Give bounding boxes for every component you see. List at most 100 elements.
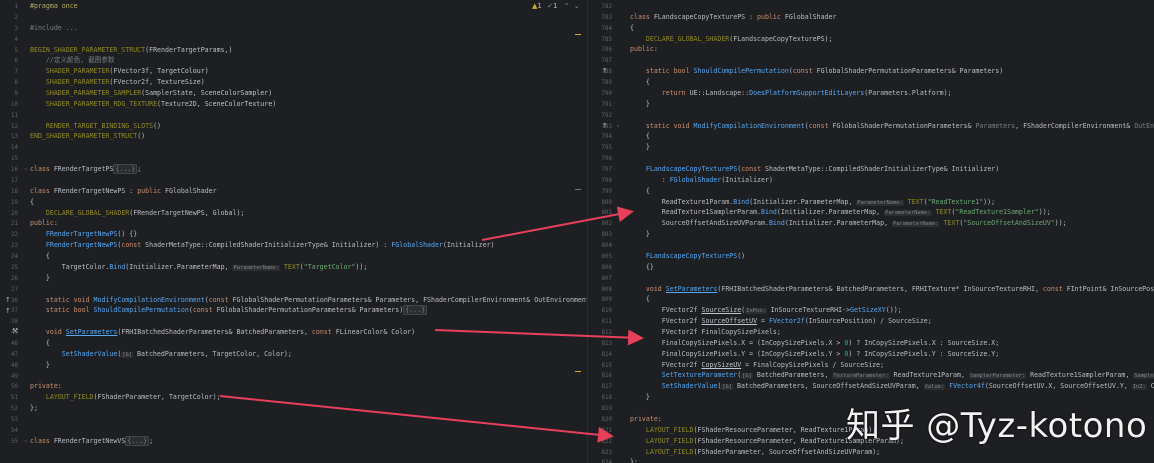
code-line[interactable]: FVector2f FinalCopySizePixels; xyxy=(630,329,781,336)
line-number: 2 xyxy=(14,15,19,21)
code-line[interactable]: SHADER_PARAMETER(FVector3f, TargetColour… xyxy=(30,68,209,75)
line-number: 818 xyxy=(601,395,612,401)
code-line[interactable]: { xyxy=(30,340,50,347)
code-line[interactable]: class FLandscapeCopyTexturePS : public F… xyxy=(630,14,836,21)
scrollbar-warning-mark[interactable] xyxy=(575,34,581,35)
code-line[interactable]: LAYOUT_FIELD(FShaderParameter, SourceOff… xyxy=(630,449,880,456)
line-number: 787 xyxy=(601,58,612,64)
override-icon[interactable]: ↑ xyxy=(5,307,11,315)
fold-chevron-icon[interactable]: › xyxy=(24,166,28,173)
code-line[interactable]: #include ... xyxy=(30,25,78,32)
override-icon[interactable]: ↑ xyxy=(5,296,11,304)
inspection-status[interactable]: ▲1 ✓1 ⌃ ⌄ xyxy=(532,2,580,10)
line-number: 809 xyxy=(601,297,612,303)
code-line[interactable]: ReadTexture1Param.Bind(Initializer.Param… xyxy=(630,199,995,207)
code-line[interactable]: { xyxy=(630,25,634,32)
code-line[interactable]: SHADER_PARAMETER(FVector2f, TextureSize) xyxy=(30,79,205,86)
code-line[interactable]: DECLARE_GLOBAL_SHADER(FLandscapeCopyText… xyxy=(630,36,833,43)
code-line[interactable]: {} xyxy=(630,264,654,271)
code-line[interactable]: static bool ShouldCompilePermutation(con… xyxy=(630,68,1003,75)
code-line[interactable]: SHADER_PARAMETER_SAMPLER(SamplerState, S… xyxy=(30,90,272,97)
code-line[interactable]: SHADER_PARAMETER_RDG_TEXTURE(Texture2D, … xyxy=(30,101,276,108)
line-number: 5 xyxy=(14,48,19,54)
code-line[interactable]: TargetColor.Bind(Initializer.ParameterMa… xyxy=(30,264,367,272)
code-line[interactable]: private: xyxy=(30,383,62,390)
code-line[interactable]: { xyxy=(630,188,650,195)
code-line[interactable]: SetShaderValue([&] BatchedParameters, Ta… xyxy=(30,351,292,359)
line-number: 793 xyxy=(601,124,612,130)
left-gutter[interactable]: 1 2 3 4 5 6 7 8 9 10 11 12 13 14 15 16 17 18 19 20 21 22 23 24 2… xyxy=(0,0,24,463)
code-line[interactable]: } xyxy=(630,231,650,238)
scrollbar-mark[interactable] xyxy=(575,189,581,190)
hammer-icon[interactable]: ⚒ xyxy=(12,327,18,335)
line-number: 812 xyxy=(601,330,612,336)
code-line[interactable]: } xyxy=(30,362,50,369)
code-line[interactable]: class FRenderTargetNewVS {...}; xyxy=(30,436,153,446)
left-editor-pane[interactable]: 1 2 3 4 5 6 7 8 9 10 11 12 13 14 15 16 17 18 19 20 21 22 23 24 2… xyxy=(0,0,588,463)
code-line[interactable]: { xyxy=(630,133,650,140)
code-line[interactable]: SourceOffsetAndSizeUVParam.Bind(Initiali… xyxy=(630,220,1067,228)
chevron-up-icon[interactable]: ⌃ xyxy=(564,2,570,10)
line-number: 808 xyxy=(601,287,612,293)
code-line[interactable]: class FRenderTargetPS {...}; xyxy=(30,164,141,174)
right-editor-pane[interactable]: 782 783 784 785 786 787 788 789 790 791 792 793 794 7… xyxy=(588,0,1154,463)
code-line[interactable]: class FRenderTargetNewPS : public FGloba… xyxy=(30,188,217,195)
code-line[interactable]: ReadTexture1SamplerParam.Bind(Initialize… xyxy=(630,209,1051,217)
line-number: 797 xyxy=(601,167,612,173)
override-icon[interactable]: ↑ xyxy=(602,67,608,75)
code-line[interactable]: void SetParameters(FRHIBatchedShaderPara… xyxy=(30,329,415,336)
code-line[interactable]: { xyxy=(30,199,34,206)
line-number: 811 xyxy=(601,319,612,325)
code-line[interactable]: public: xyxy=(30,220,58,227)
code-line[interactable]: SetTextureParameter([&] BatchedParameter… xyxy=(630,372,1154,380)
code-line[interactable]: } xyxy=(630,144,650,151)
code-line[interactable]: FinalCopySizePixels.Y = (InCopySizePixel… xyxy=(630,351,999,358)
code-line[interactable]: private: xyxy=(630,416,662,423)
code-line[interactable]: BEGIN_SHADER_PARAMETER_STRUCT(FRenderTar… xyxy=(30,47,232,54)
code-line[interactable]: return UE::Landscape::DoesPlatformSuppor… xyxy=(630,90,952,97)
code-line[interactable]: END_SHADER_PARAMETER_STRUCT() xyxy=(30,133,145,140)
scrollbar-warning-mark[interactable] xyxy=(575,371,581,372)
code-line[interactable]: FVector2f SourceOffsetUV = FVector2f(InS… xyxy=(630,318,932,325)
code-line[interactable]: SetShaderValue([&] BatchedParameters, So… xyxy=(630,383,1154,391)
code-line[interactable]: FRenderTargetNewPS() {} xyxy=(30,231,137,238)
code-line[interactable]: void SetParameters(FRHIBatchedShaderPara… xyxy=(630,286,1154,293)
code-line[interactable]: LAYOUT_FIELD(FShaderParameter, TargetCol… xyxy=(30,394,221,401)
code-line[interactable]: } xyxy=(630,101,650,108)
code-line[interactable]: FLandscapeCopyTexturePS(const ShaderMeta… xyxy=(630,166,999,173)
code-line[interactable]: FLandscapeCopyTexturePS() xyxy=(630,253,745,260)
fold-chevron-icon[interactable]: › xyxy=(616,123,620,130)
code-line[interactable]: LAYOUT_FIELD(FShaderResourceParameter, R… xyxy=(630,427,876,434)
line-number: 795 xyxy=(601,145,612,151)
code-line[interactable]: static void ModifyCompilationEnvironment… xyxy=(30,297,587,304)
chevron-down-icon[interactable]: ⌄ xyxy=(574,2,580,10)
line-number: 55 xyxy=(11,439,18,445)
fold-chevron-icon[interactable]: › xyxy=(24,438,28,445)
line-number: 807 xyxy=(601,276,612,282)
code-line[interactable]: { xyxy=(30,253,50,260)
line-number: 27 xyxy=(11,287,18,293)
code-line[interactable]: RENDER_TARGET_BINDING_SLOTS() xyxy=(30,123,161,130)
code-line[interactable]: DECLARE_GLOBAL_SHADER(FRenderTargetNewPS… xyxy=(30,210,245,217)
code-line[interactable]: : FGlobalShader(Initializer) xyxy=(630,177,773,184)
override-icon[interactable]: ↑ xyxy=(602,122,608,130)
code-line[interactable]: { xyxy=(630,296,650,303)
line-number: 820 xyxy=(601,417,612,423)
code-line[interactable]: #pragma once xyxy=(30,3,78,10)
code-line[interactable]: } xyxy=(630,394,650,401)
code-line[interactable]: FRenderTargetNewPS(const ShaderMetaType:… xyxy=(30,242,495,249)
code-line[interactable]: FVector2f CopySizeUV = FinalCopySizePixe… xyxy=(630,362,884,369)
code-line[interactable]: FinalCopySizePixels.X = (InCopySizePixel… xyxy=(630,340,999,347)
line-number: 18 xyxy=(11,189,18,195)
code-line[interactable]: }; xyxy=(30,405,38,412)
code-line[interactable]: }; xyxy=(630,459,638,463)
code-line[interactable]: public: xyxy=(630,46,658,53)
code-line[interactable]: } xyxy=(30,275,50,282)
code-line[interactable]: static void ModifyCompilationEnvironment… xyxy=(630,123,1154,130)
code-line[interactable]: //定义颜色, 截图参数 xyxy=(30,57,115,64)
line-number: 794 xyxy=(601,134,612,140)
code-line[interactable]: FVector2f SourceSize(InPos: InSourceText… xyxy=(630,307,902,315)
line-number: 785 xyxy=(601,37,612,43)
code-line[interactable]: { xyxy=(630,79,650,86)
code-line[interactable]: static bool ShouldCompilePermutation(con… xyxy=(30,305,428,315)
